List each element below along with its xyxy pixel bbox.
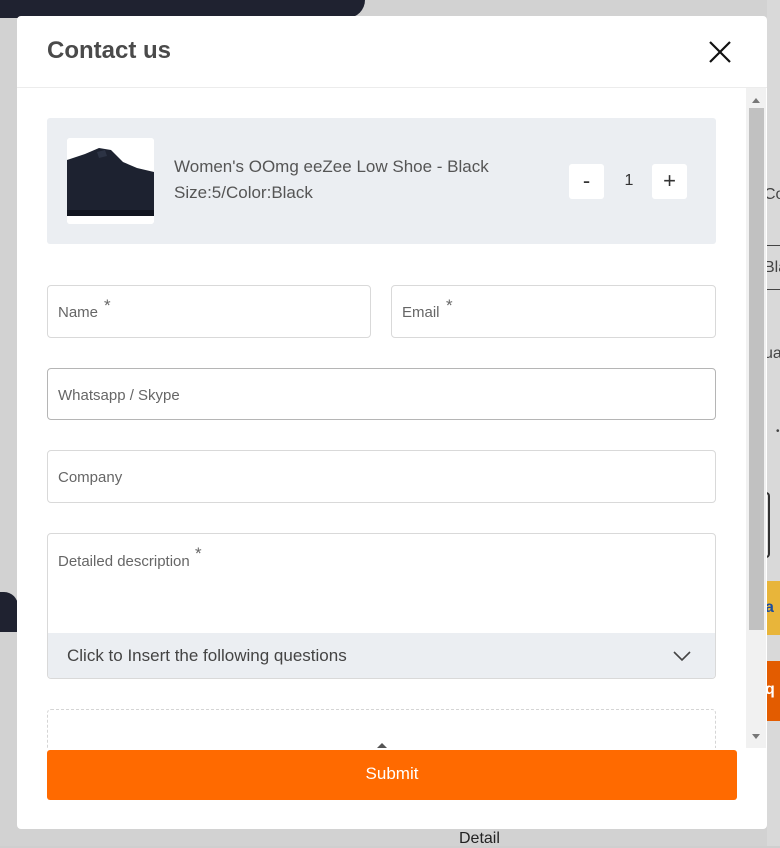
- scroll-up-icon[interactable]: [746, 94, 766, 106]
- close-button[interactable]: [708, 40, 732, 64]
- quantity-value[interactable]: 1: [614, 172, 644, 190]
- required-mark: *: [104, 296, 111, 315]
- whatsapp-skype-label: Whatsapp / Skype: [58, 387, 180, 404]
- product-card: Women's OOmg eeZee Low Shoe - Black Size…: [47, 118, 716, 244]
- modal-body: Women's OOmg eeZee Low Shoe - Black Size…: [17, 88, 767, 748]
- scroll-down-icon[interactable]: [746, 731, 766, 743]
- whatsapp-skype-field[interactable]: Whatsapp / Skype: [47, 368, 716, 420]
- background-detail-label: Detail: [459, 830, 500, 847]
- description-field[interactable]: Detailed description * Click to Insert t…: [47, 533, 716, 679]
- background-divider: [767, 245, 780, 246]
- email-label: Email: [402, 304, 440, 321]
- company-field[interactable]: Company: [47, 450, 716, 503]
- shoe-image: [67, 138, 154, 224]
- modal-header: Contact us: [17, 16, 767, 88]
- background-divider: [767, 289, 780, 290]
- product-variant: Size:5/Color:Black: [174, 183, 313, 202]
- background-mark: •: [776, 426, 780, 437]
- contact-modal: Contact us Women's OOmg eeZee Low Shoe -…: [17, 16, 767, 829]
- upload-area[interactable]: [47, 709, 716, 748]
- background-thumbnail: [0, 592, 18, 632]
- chevron-down-icon: [673, 651, 691, 662]
- required-mark: *: [446, 296, 453, 315]
- insert-questions-label: Click to Insert the following questions: [67, 646, 347, 665]
- name-label: Name: [58, 304, 99, 321]
- background-paypal-button: a: [765, 581, 780, 635]
- close-icon: [709, 41, 731, 63]
- company-label: Company: [58, 469, 123, 486]
- quantity-decrease-button[interactable]: -: [569, 164, 604, 199]
- submit-button[interactable]: Submit: [47, 750, 737, 800]
- background-inquiry-button: q: [765, 661, 780, 721]
- description-label: Detailed description: [58, 553, 190, 570]
- name-field[interactable]: Name *: [47, 285, 371, 338]
- insert-questions-dropdown[interactable]: Click to Insert the following questions: [48, 633, 715, 678]
- product-name: Women's OOmg eeZee Low Shoe - Black: [174, 157, 489, 176]
- quantity-increase-button[interactable]: +: [652, 164, 687, 199]
- required-mark: *: [195, 544, 202, 563]
- email-field[interactable]: Email *: [391, 285, 716, 338]
- product-image: [67, 138, 154, 224]
- scrollbar-thumb[interactable]: [749, 108, 764, 630]
- upload-arrow-icon: [375, 743, 389, 748]
- scrollbar[interactable]: [746, 88, 766, 748]
- modal-title: Contact us: [47, 37, 172, 64]
